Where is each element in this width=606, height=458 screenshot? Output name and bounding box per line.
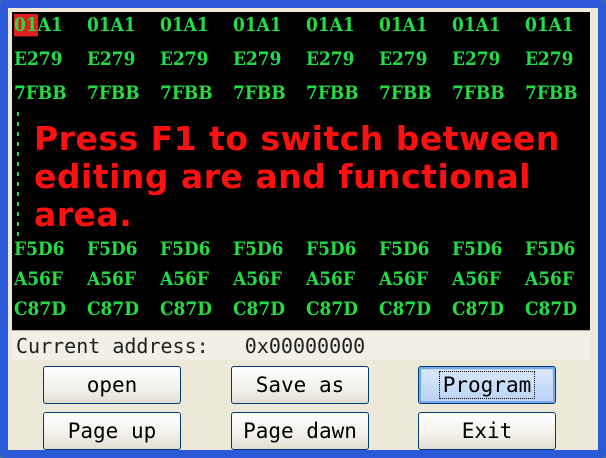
hex-cell[interactable]: 7FBB (452, 82, 516, 104)
hex-cell[interactable]: A56F (14, 268, 78, 290)
page-up-button-label: Page up (67, 419, 157, 443)
hex-cell[interactable]: F5D6 (379, 238, 443, 260)
hex-row: E279 E279 E279 E279 E279 E279 E279 E279 (12, 48, 590, 78)
page-down-button-label: Page dawn (243, 419, 357, 443)
hex-cell[interactable]: E279 (87, 48, 151, 70)
hex-cell[interactable]: 01A1 (87, 14, 151, 36)
hex-cell[interactable]: C87D (525, 298, 589, 320)
save-as-button-label: Save as (255, 373, 345, 397)
hex-cell[interactable]: A56F (525, 268, 589, 290)
hex-cell[interactable]: A56F (87, 268, 151, 290)
hex-row: 7FBB 7FBB 7FBB 7FBB 7FBB 7FBB 7FBB 7FBB (12, 82, 590, 112)
hex-cell[interactable]: 7FBB (87, 82, 151, 104)
hex-cell[interactable]: A56F (233, 268, 297, 290)
hex-cell[interactable]: 01A1 (452, 14, 516, 36)
hex-cell[interactable]: F5D6 (525, 238, 589, 260)
hex-cell[interactable]: 7FBB (306, 82, 370, 104)
open-button[interactable]: open (43, 366, 181, 404)
hex-cell[interactable]: E279 (14, 48, 78, 70)
hex-cell[interactable]: A56F (452, 268, 516, 290)
hex-cell[interactable]: 01A1 (233, 14, 297, 36)
hex-cell[interactable]: C87D (233, 298, 297, 320)
banner-line-3: area. (34, 195, 133, 234)
hex-cell[interactable]: 01A1 (160, 14, 224, 36)
current-address-label: Current address: (16, 334, 209, 358)
hex-cell[interactable]: C87D (306, 298, 370, 320)
hex-cell[interactable]: E279 (160, 48, 224, 70)
page-up-button[interactable]: Page up (43, 412, 181, 450)
hex-cell-rest: A1 (37, 14, 63, 37)
open-button-label: open (86, 373, 138, 397)
program-button[interactable]: Program (418, 366, 556, 404)
hex-cell[interactable]: E279 (525, 48, 589, 70)
edit-guide (17, 112, 19, 244)
exit-button[interactable]: Exit (418, 412, 556, 450)
hex-cell[interactable]: A56F (160, 268, 224, 290)
hex-cell[interactable]: E279 (379, 48, 443, 70)
hex-cell[interactable]: F5D6 (87, 238, 151, 260)
hex-cell[interactable]: 7FBB (233, 82, 297, 104)
hex-cell[interactable]: C87D (379, 298, 443, 320)
hex-row: C87D C87D C87D C87D C87D C87D C87D C87D (12, 298, 590, 328)
hex-cell[interactable]: C87D (160, 298, 224, 320)
hex-cell[interactable]: F5D6 (233, 238, 297, 260)
hex-cell[interactable]: A56F (306, 268, 370, 290)
hex-cell[interactable]: 01A1 (525, 14, 589, 36)
hex-cell[interactable]: F5D6 (14, 238, 78, 260)
hex-cell[interactable]: F5D6 (306, 238, 370, 260)
programmer-window: 01A1 01A1 01A1 01A1 01A1 01A1 01A1 01A1 E279 E279… (8, 8, 598, 450)
hex-cell[interactable]: 7FBB (160, 82, 224, 104)
exit-button-label: Exit (461, 419, 513, 443)
edit-cursor: 01 (14, 14, 38, 37)
hex-cell[interactable]: C87D (452, 298, 516, 320)
program-button-label: Program (438, 371, 536, 399)
window-frame: 01A1 01A1 01A1 01A1 01A1 01A1 01A1 01A1 E279 E279… (0, 0, 606, 458)
hex-cell[interactable]: C87D (87, 298, 151, 320)
page-down-button[interactable]: Page dawn (231, 412, 369, 450)
hex-cell[interactable]: 7FBB (379, 82, 443, 104)
hex-cell[interactable]: 01A1 (14, 14, 78, 37)
hex-cell[interactable]: E279 (233, 48, 297, 70)
hex-cell[interactable]: 7FBB (525, 82, 589, 104)
hex-cell[interactable]: A56F (379, 268, 443, 290)
hex-cell[interactable]: C87D (14, 298, 78, 320)
hex-cell[interactable]: 7FBB (14, 82, 78, 104)
hex-cell[interactable]: F5D6 (452, 238, 516, 260)
save-as-button[interactable]: Save as (231, 366, 369, 404)
hex-cell[interactable]: F5D6 (160, 238, 224, 260)
current-address-value: 0x00000000 (244, 334, 366, 358)
hex-row: 01A1 01A1 01A1 01A1 01A1 01A1 01A1 01A1 (12, 14, 590, 44)
hex-row: F5D6 F5D6 F5D6 F5D6 F5D6 F5D6 F5D6 F5D6 (12, 238, 590, 268)
help-banner: Press F1 to switch between editing are a… (34, 120, 590, 234)
hex-cell[interactable]: E279 (306, 48, 370, 70)
status-bar: Current address: 0x00000000 (12, 330, 590, 360)
hex-cell[interactable]: 01A1 (379, 14, 443, 36)
hex-cell[interactable]: E279 (452, 48, 516, 70)
banner-line-2: editing are and functional (34, 157, 532, 196)
hex-cell[interactable]: 01A1 (306, 14, 370, 36)
banner-line-1: Press F1 to switch between (34, 119, 560, 158)
hex-editor-area[interactable]: 01A1 01A1 01A1 01A1 01A1 01A1 01A1 01A1 E279 E279… (12, 12, 590, 330)
hex-row: A56F A56F A56F A56F A56F A56F A56F A56F (12, 268, 590, 298)
